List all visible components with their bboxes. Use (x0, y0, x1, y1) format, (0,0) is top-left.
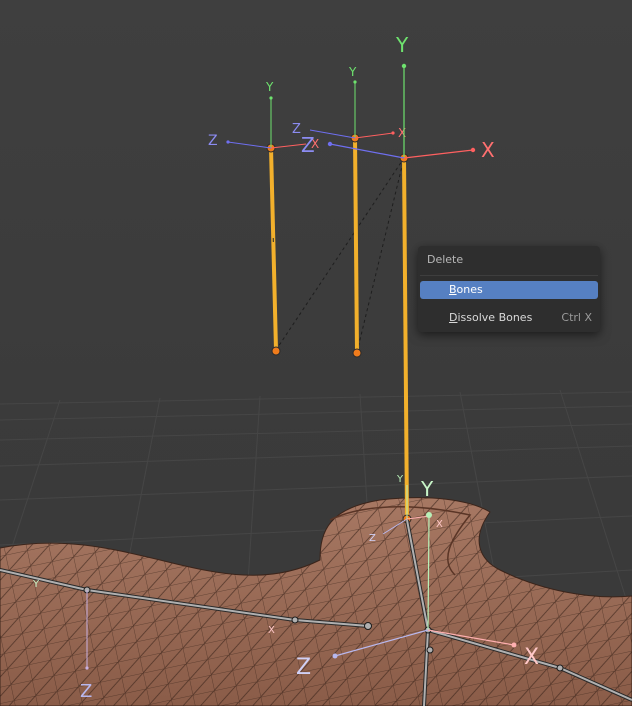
mesh-bone-3-z-label: Z (296, 655, 311, 680)
mesh-bone-4-y-label: Y (32, 579, 40, 590)
3d-viewport[interactable]: Y Z X Y Z X Y Z X Z Y Z X Y Z X Y X Dele… (0, 0, 632, 706)
menu-item-bones-mnemonic: B (449, 283, 457, 296)
bone-2-y-label: Y (348, 65, 357, 79)
viewport-scene[interactable]: Y Z X Y Z X Y Z X Z Y Z X Y Z X Y X (0, 0, 632, 706)
bone-2-z-label: Z (292, 122, 301, 137)
mesh-bone-1-z-label: Z (80, 681, 92, 702)
bone-2-x-label: X (398, 126, 406, 140)
menu-item-dissolve-label: issolve Bones (457, 311, 533, 324)
mesh-bone-3-y-label: Y (420, 477, 434, 501)
menu-item-bones-label: ones (456, 283, 483, 296)
mesh-bone-2-x-label: X (436, 519, 443, 530)
mesh-bone-2-z-label: Z (369, 533, 376, 544)
bone-2[interactable]: Y Z X (292, 65, 406, 358)
delete-menu-separator (420, 275, 598, 276)
menu-item-bones[interactable]: Bones (420, 281, 598, 299)
bone-3-x-label: X (481, 138, 495, 162)
bone-3-y-label: Y (395, 33, 409, 57)
mesh-body[interactable] (0, 497, 632, 706)
bone-1-y-label: Y (265, 80, 274, 94)
menu-item-dissolve-shortcut: Ctrl X (561, 311, 592, 324)
delete-menu: Delete Bones Dissolve Bones Ctrl X (418, 246, 600, 332)
bone-3-z-label: Z (301, 133, 315, 157)
bone-1-z-label: Z (208, 133, 218, 149)
mesh-bone-3-x-label: X (524, 645, 539, 670)
mesh-bone-5-x-label: X (268, 625, 275, 636)
mesh-bone-2-y-label: Y (396, 474, 404, 485)
relationship-lines (275, 157, 405, 353)
bone-1[interactable]: Y Z X (208, 80, 319, 356)
menu-item-dissolve-bones[interactable]: Dissolve Bones Ctrl X (420, 309, 598, 327)
delete-menu-title: Delete (427, 253, 464, 266)
